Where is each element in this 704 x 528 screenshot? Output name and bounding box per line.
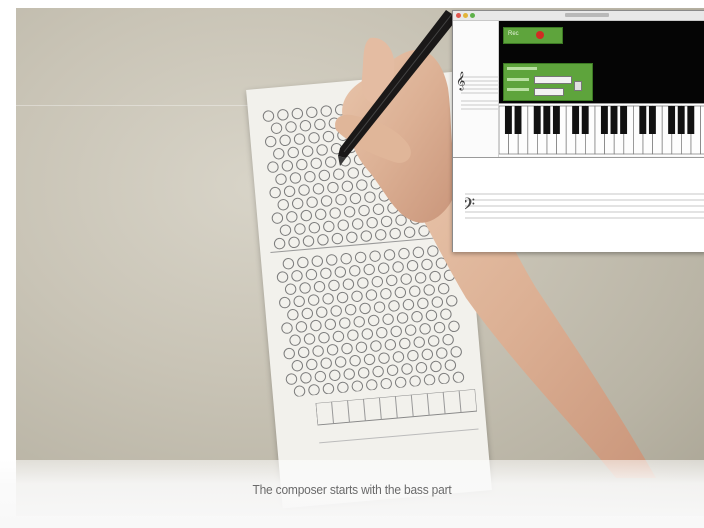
- close-icon[interactable]: [456, 13, 461, 18]
- record-button-label: Rec: [508, 31, 519, 37]
- black-key[interactable]: [600, 106, 608, 134]
- black-key[interactable]: [552, 106, 560, 134]
- black-key[interactable]: [620, 106, 628, 134]
- black-key[interactable]: [543, 106, 551, 134]
- black-key[interactable]: [533, 106, 541, 134]
- black-key[interactable]: [581, 106, 589, 134]
- tempo-field[interactable]: [534, 76, 572, 84]
- instrument-field[interactable]: [534, 88, 564, 96]
- tempo-stepper[interactable]: [574, 81, 582, 91]
- tempo-label: [507, 78, 529, 81]
- video-subtitle: The composer starts with the bass part: [252, 482, 452, 497]
- black-key[interactable]: [668, 106, 676, 134]
- record-icon: [536, 31, 544, 39]
- bass-staff: 𝄢: [465, 193, 704, 220]
- minimize-icon[interactable]: [463, 13, 468, 18]
- maximize-icon[interactable]: [470, 13, 475, 18]
- bass-clef-icon: 𝄢: [465, 195, 475, 220]
- black-key[interactable]: [677, 106, 685, 134]
- video-frame: 𝄞 Rec 𝄢 The composer starts with the bas…: [0, 0, 704, 528]
- treble-clef-icon: 𝄞: [456, 71, 466, 90]
- black-key[interactable]: [639, 106, 647, 134]
- settings-box: [503, 63, 593, 101]
- controls-panel: Rec: [499, 21, 704, 103]
- instrument-label: [507, 88, 529, 91]
- settings-heading: [507, 67, 537, 70]
- black-key[interactable]: [514, 106, 522, 134]
- black-key[interactable]: [648, 106, 656, 134]
- black-key[interactable]: [610, 106, 618, 134]
- composer-app-window: 𝄞 Rec 𝄢: [452, 10, 704, 252]
- window-titlebar[interactable]: [453, 11, 704, 21]
- black-key[interactable]: [572, 106, 580, 134]
- record-button[interactable]: Rec: [503, 27, 563, 44]
- staff-sidebar: 𝄞: [453, 21, 499, 157]
- window-title-placeholder: [565, 13, 609, 17]
- score-staff-area: 𝄢: [453, 157, 704, 252]
- black-key[interactable]: [687, 106, 695, 134]
- piano-keyboard[interactable]: [499, 103, 704, 156]
- white-key[interactable]: [700, 105, 704, 155]
- black-key[interactable]: [504, 106, 512, 134]
